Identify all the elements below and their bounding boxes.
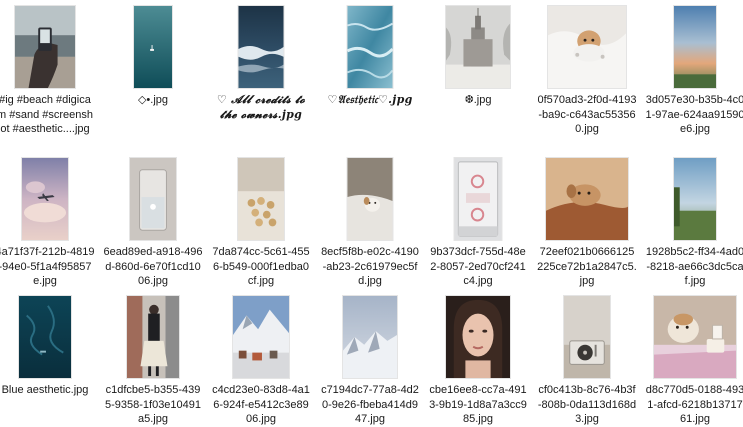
file-thumbnail[interactable] <box>342 295 398 379</box>
file-thumbnail[interactable] <box>14 5 76 89</box>
file-name: 7da874cc-5c61-4556-b549-000f1edba0cf.jpg <box>212 246 310 287</box>
file-name: cbe16ee8-cc7a-4913-9b19-1d8a7a3cc985.jpg <box>429 384 527 425</box>
file-tile[interactable]: 8ecf5f8b-e02c-4190-ab23-2c61979ec5fd.jpg <box>320 157 420 307</box>
file-tile[interactable]: ♡ 𝓐𝓵𝓵 𝓬𝓻𝓮𝓭𝓲𝓽𝓼 𝓽𝓸 𝓽𝓱𝓮 𝓸𝔀𝓷𝓮𝓻𝓼.jpg <box>211 5 311 155</box>
file-tile[interactable]: 3d057e30-b35b-4c01-97ae-624aa91590e6.jpg <box>645 5 743 155</box>
file-name: c7194dc7-77a8-4d20-9e26-fbeba414d947.jpg <box>321 384 419 425</box>
file-tile[interactable]: cf0c413b-8c76-4b3f-808b-0da113d168d3.jpg <box>537 295 637 427</box>
file-tile[interactable]: c4cd23e0-83d8-4a16-924f-e5412c3e8906.jpg <box>211 295 311 427</box>
file-thumbnail[interactable] <box>21 157 69 241</box>
file-tile[interactable]: 0f570ad3-2f0d-4193-ba9c-c643ac553560.jpg <box>537 5 637 155</box>
file-name: Blue aesthetic.jpg <box>1 384 89 396</box>
file-thumbnail[interactable] <box>232 295 290 379</box>
file-tile[interactable]: ◇•.jpg <box>103 5 203 155</box>
file-tile[interactable]: 7da874cc-5c61-4556-b549-000f1edba0cf.jpg <box>211 157 311 307</box>
file-tile[interactable]: #ig #beach #digicam #sand #screenshot #a… <box>0 5 95 155</box>
file-name: 4a71f37f-212b-4819-94e0-5f1a4f95857e.jpg <box>0 246 95 287</box>
file-thumbnail[interactable] <box>129 157 177 241</box>
file-thumbnail[interactable] <box>237 5 285 89</box>
file-tile[interactable]: d8c770d5-0188-4931-afcd-6218b1371761.jpg <box>645 295 743 427</box>
file-tile[interactable]: ♡𝔄𝔢𝔰𝔱𝔥𝔢𝔱𝔦𝔠♡.jpg <box>320 5 420 155</box>
file-thumbnail[interactable] <box>673 157 717 241</box>
file-thumbnail[interactable] <box>126 295 180 379</box>
file-name: 1928b5c2-ff34-4ad0-8218-ae66c3dc5caf.jpg <box>645 246 743 287</box>
file-name: d8c770d5-0188-4931-afcd-6218b1371761.jpg <box>645 384 743 425</box>
file-thumbnail[interactable] <box>545 157 629 241</box>
file-thumbnail[interactable] <box>346 5 394 89</box>
file-tile[interactable]: c7194dc7-77a8-4d20-9e26-fbeba414d947.jpg <box>320 295 420 427</box>
file-name: cf0c413b-8c76-4b3f-808b-0da113d168d3.jpg <box>537 384 637 425</box>
file-name: 0f570ad3-2f0d-4193-ba9c-c643ac553560.jpg <box>537 94 637 135</box>
file-name: ♡ 𝓐𝓵𝓵 𝓬𝓻𝓮𝓭𝓲𝓽𝓼 𝓽𝓸 𝓽𝓱𝓮 𝓸𝔀𝓷𝓮𝓻𝓼.jpg <box>216 93 306 121</box>
file-thumbnail[interactable] <box>453 157 503 241</box>
file-name: 72eef021b0666125225ce72b1a2847c5.jpg <box>537 246 637 287</box>
file-name: 9b373dcf-755d-48e2-8057-2ed70cf241c4.jpg <box>430 246 526 287</box>
file-tile[interactable]: ❆.jpg <box>428 5 528 155</box>
file-thumbnail[interactable] <box>563 295 611 379</box>
file-tile[interactable]: cbe16ee8-cc7a-4913-9b19-1d8a7a3cc985.jpg <box>428 295 528 427</box>
file-thumbnail[interactable] <box>346 157 394 241</box>
file-tile[interactable]: c1dfcbe5-b355-4395-9358-1f03e10491a5.jpg <box>103 295 203 427</box>
file-tile[interactable]: 4a71f37f-212b-4819-94e0-5f1a4f95857e.jpg <box>0 157 95 307</box>
file-tile[interactable]: Blue aesthetic.jpg <box>0 295 95 427</box>
file-tile[interactable]: 1928b5c2-ff34-4ad0-8218-ae66c3dc5caf.jpg <box>645 157 743 307</box>
file-name: 8ecf5f8b-e02c-4190-ab23-2c61979ec5fd.jpg <box>321 246 419 287</box>
file-thumbnail[interactable] <box>18 295 72 379</box>
file-thumbnail[interactable] <box>445 5 511 89</box>
file-thumbnail[interactable] <box>237 157 285 241</box>
file-name: ♡𝔄𝔢𝔰𝔱𝔥𝔢𝔱𝔦𝔠♡.jpg <box>327 93 413 106</box>
file-thumbnail[interactable] <box>133 5 173 89</box>
file-name: ❆.jpg <box>464 94 492 106</box>
file-thumbnail[interactable] <box>445 295 511 379</box>
file-name: 3d057e30-b35b-4c01-97ae-624aa91590e6.jpg <box>645 94 743 135</box>
file-tile[interactable]: 9b373dcf-755d-48e2-8057-2ed70cf241c4.jpg <box>428 157 528 307</box>
file-name: ◇•.jpg <box>137 94 169 106</box>
file-name: c1dfcbe5-b355-4395-9358-1f03e10491a5.jpg <box>104 384 202 425</box>
file-grid: #ig #beach #digicam #sand #screenshot #a… <box>0 0 743 427</box>
file-name: 6ead89ed-a918-496d-860d-6e70f1cd1006.jpg <box>103 246 203 287</box>
file-tile[interactable]: 6ead89ed-a918-496d-860d-6e70f1cd1006.jpg <box>103 157 203 307</box>
file-name: #ig #beach #digicam #sand #screenshot #a… <box>0 94 93 135</box>
file-thumbnail[interactable] <box>547 5 627 89</box>
file-tile[interactable]: 72eef021b0666125225ce72b1a2847c5.jpg <box>537 157 637 307</box>
file-thumbnail[interactable] <box>653 295 737 379</box>
file-name: c4cd23e0-83d8-4a16-924f-e5412c3e8906.jpg <box>212 384 310 425</box>
file-thumbnail[interactable] <box>673 5 717 89</box>
